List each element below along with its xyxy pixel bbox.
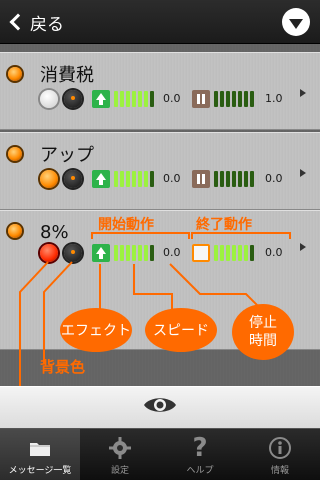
chevron-left-icon — [9, 13, 27, 31]
text-color-swatch — [40, 90, 58, 108]
nav-header: 戻る — [0, 0, 320, 44]
question-icon: ? — [192, 433, 208, 463]
tab-label: 設定 — [110, 466, 129, 476]
end-speed-value: 1.0 — [265, 92, 283, 105]
start-effect-up-icon — [92, 170, 110, 188]
row-title: アップ — [40, 145, 94, 166]
chevron-right-icon — [300, 243, 306, 251]
row-title: 消費税 — [40, 65, 94, 86]
background-color-swatch — [64, 90, 82, 108]
speed-bubble-label: スピード — [153, 323, 209, 339]
background-color-annotation: 背景色 — [40, 358, 86, 376]
tab-settings[interactable]: 設定 — [80, 429, 160, 480]
start-effect-up-icon — [92, 90, 110, 108]
start-effect-annotation: 開始動作 — [98, 217, 154, 233]
tab-label: ヘルプ — [186, 466, 214, 476]
text-color-swatch — [40, 170, 58, 188]
start-speed-value: 0.0 — [163, 172, 181, 185]
end-speed-bars — [214, 91, 254, 107]
start-speed-bars — [114, 91, 154, 107]
tab-help[interactable]: ? ヘルプ — [160, 429, 240, 480]
text-color-swatch — [40, 244, 58, 262]
end-speed-bars — [214, 171, 254, 187]
row-bullet-icon — [8, 147, 22, 161]
end-effect-annotation: 終了動作 — [196, 217, 252, 233]
tab-label: メッセージ一覧 — [8, 466, 72, 476]
gear-icon — [108, 435, 132, 461]
row-bullet-icon — [8, 67, 22, 81]
start-speed-bars — [114, 245, 154, 261]
dropdown-menu-button[interactable] — [282, 8, 310, 36]
end-speed-value: 0.0 — [265, 246, 283, 259]
speed-bubble: スピード — [145, 308, 217, 352]
end-speed-value: 0.0 — [265, 172, 283, 185]
row-title: 8% — [40, 222, 69, 243]
message-row-2[interactable]: アップ 0.0 0.0 — [0, 132, 320, 210]
start-speed-value: 0.0 — [163, 246, 181, 259]
start-speed-bars — [114, 171, 154, 187]
row-bullet-icon — [8, 224, 22, 238]
effect-bubble-label: エフェクト — [61, 323, 131, 339]
message-row-1[interactable]: 消費税 0.0 1.0 — [0, 52, 320, 130]
message-row-3[interactable]: 8% 開始動作 終了動作 0.0 0.0 エフェクト スピード 停止 時間 — [0, 210, 320, 360]
message-list: 消費税 0.0 1.0 アップ 0.0 0.0 8% 開始動作 終了動作 0.0… — [0, 44, 320, 386]
info-icon — [268, 435, 292, 461]
end-effect-pause-icon — [192, 170, 210, 188]
end-effect-sparkle-icon — [192, 244, 210, 262]
triangle-down-icon — [289, 18, 303, 29]
chevron-right-icon — [300, 89, 306, 97]
back-button[interactable]: 戻る — [0, 0, 80, 44]
end-speed-bars — [214, 245, 254, 261]
start-effect-up-icon — [92, 244, 110, 262]
eye-icon[interactable] — [143, 394, 177, 416]
start-speed-value: 0.0 — [163, 92, 181, 105]
stop-time-bubble: 停止 時間 — [232, 304, 294, 360]
tab-bar: メッセージ一覧 設定 ? ヘルプ 情報 — [0, 428, 320, 480]
folder-icon — [28, 435, 52, 461]
tab-message-list[interactable]: メッセージ一覧 — [0, 429, 80, 480]
tab-label: 情報 — [270, 466, 289, 476]
tab-info[interactable]: 情報 — [240, 429, 320, 480]
end-effect-pause-icon — [192, 90, 210, 108]
chevron-right-icon — [300, 169, 306, 177]
effect-bubble: エフェクト — [60, 308, 132, 352]
background-color-swatch — [64, 244, 82, 262]
back-label: 戻る — [30, 14, 64, 35]
stop-time-bubble-label: 停止 時間 — [249, 315, 277, 349]
background-color-swatch — [64, 170, 82, 188]
